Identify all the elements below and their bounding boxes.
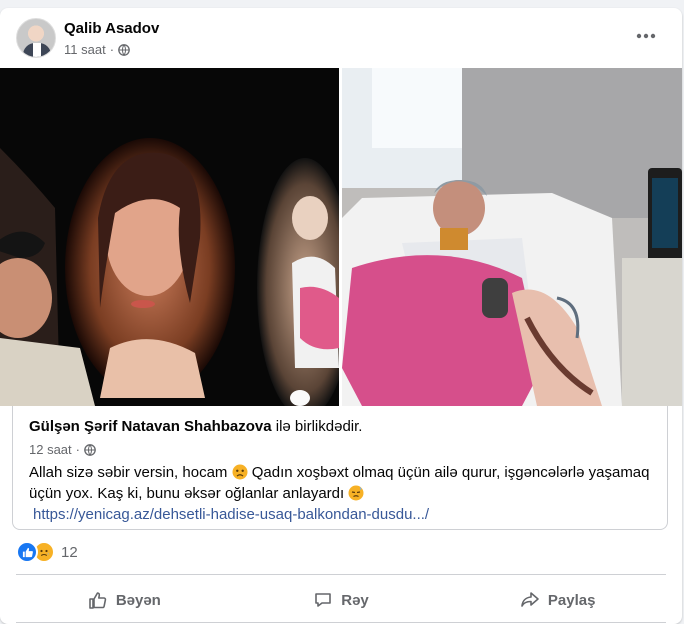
photo-collage[interactable]: [0, 68, 339, 406]
meta-separator: ·: [109, 42, 115, 57]
shared-with-text: ilə birlikdədir.: [275, 418, 363, 435]
shared-post-title: Gülşən Şərif Natavan Shahbazova ilə birl…: [29, 418, 362, 435]
globe-icon: [118, 43, 130, 56]
post-author-name[interactable]: Qalib Asadov: [64, 20, 159, 37]
article-link[interactable]: https://yenicag.az/dehsetli-hadise-usaq-…: [33, 506, 429, 523]
post-meta: 11 saat ·: [64, 42, 130, 57]
shared-post-text: Allah sizə səbir versin, hocam Qadın xoş…: [29, 462, 659, 525]
shared-post-time[interactable]: 12 saat: [29, 442, 72, 457]
avatar-shirt: [33, 43, 41, 57]
author-avatar[interactable]: [16, 18, 56, 58]
more-options-icon[interactable]: [634, 24, 658, 48]
divider-bottom: [16, 622, 666, 623]
post-card: Qalib Asadov 11 saat · Gülşən Şərif Nata…: [0, 8, 682, 624]
post-header: Qalib Asadov 11 saat ·: [16, 18, 666, 62]
reaction-count[interactable]: 12: [61, 544, 78, 561]
sweat-face-icon: [348, 485, 364, 501]
hospital-photo[interactable]: [342, 68, 682, 406]
globe-icon: [84, 443, 96, 456]
text-part-1: Allah sizə səbir versin, hocam: [29, 464, 228, 481]
comment-label: Rəy: [341, 591, 369, 609]
hospital-image: [342, 68, 682, 406]
like-label: Bəyən: [115, 591, 161, 609]
shared-post: Gülşən Şərif Natavan Shahbazova ilə birl…: [12, 406, 668, 530]
thumbs-up-icon: [89, 592, 107, 609]
post-time[interactable]: 11 saat: [64, 42, 106, 57]
divider-top: [16, 574, 666, 575]
comment-icon: [315, 593, 332, 607]
share-button[interactable]: Paylaş: [449, 578, 666, 622]
reactions-summary[interactable]: 12: [16, 540, 78, 564]
shared-post-author[interactable]: Gülşən Şərif Natavan Shahbazova: [29, 418, 272, 435]
sad-face-icon: [232, 464, 248, 480]
comment-button[interactable]: Rəy: [233, 578, 450, 622]
meta-separator: ·: [75, 442, 80, 457]
share-icon: [521, 592, 539, 607]
shared-post-meta: 12 saat ·: [29, 442, 96, 457]
like-icon: [16, 541, 38, 563]
collage-image: [0, 68, 339, 406]
shared-photos[interactable]: [0, 68, 682, 406]
like-button[interactable]: Bəyən: [16, 578, 233, 622]
dots-icon: [636, 33, 656, 39]
post-actions: Bəyən Rəy Paylaş: [16, 578, 666, 622]
share-label: Paylaş: [547, 591, 596, 609]
